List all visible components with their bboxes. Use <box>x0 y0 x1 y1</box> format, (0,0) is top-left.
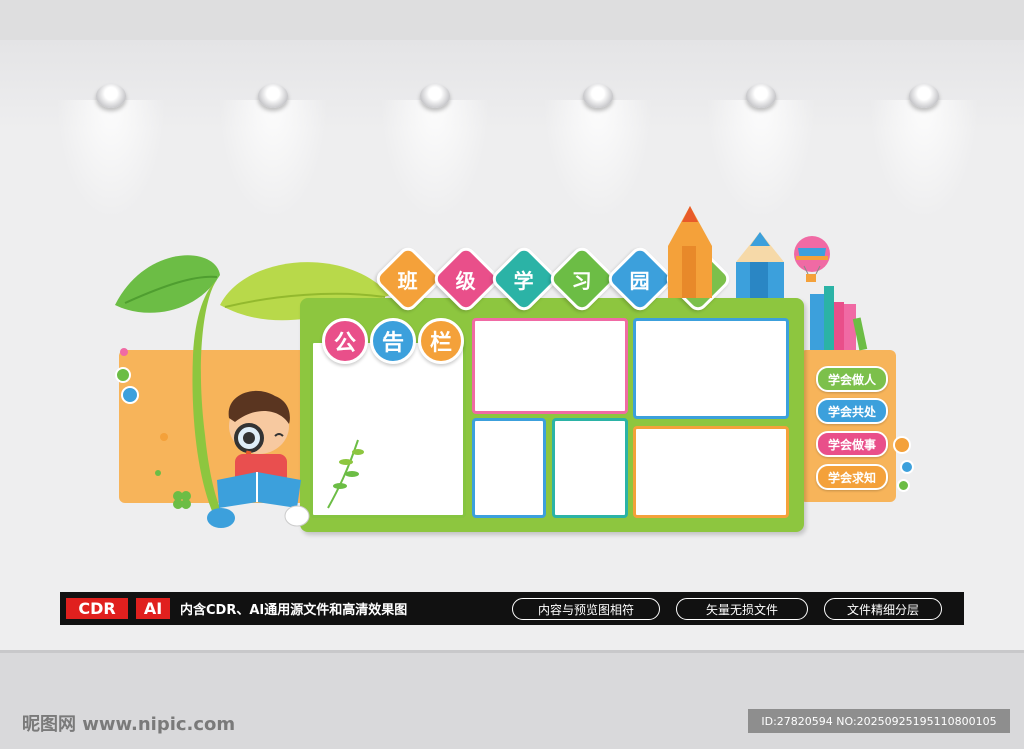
title-char: 习 <box>572 268 592 293</box>
title-char: 级 <box>456 268 476 293</box>
site-watermark: 昵图网 www.nipic.com <box>22 714 236 735</box>
notice-title: 公 告 栏 <box>322 318 464 364</box>
notice-char: 公 <box>322 318 368 364</box>
title-star: 级 <box>430 243 502 315</box>
deco-dot <box>893 436 911 454</box>
photo-frame <box>472 418 546 518</box>
feature-badge: 文件精细分层 <box>824 598 942 620</box>
photo-frame <box>472 318 628 414</box>
spotlight-icon <box>746 84 776 108</box>
vine-icon <box>327 439 364 509</box>
spotlight-icon <box>258 84 288 108</box>
title-char: 班 <box>398 268 418 293</box>
deco-dot <box>897 479 910 492</box>
feature-badge: 矢量无损文件 <box>676 598 808 620</box>
light-glow <box>380 100 490 220</box>
deco-dot <box>160 433 168 441</box>
title-star: 班 <box>372 243 444 315</box>
light-glow <box>706 100 816 220</box>
image-id-label: ID:27820594 NO:20250925195110800105 <box>748 709 1010 733</box>
cdr-tag: CDR <box>66 598 128 619</box>
notice-char: 栏 <box>418 318 464 364</box>
deco-dot <box>155 470 161 476</box>
light-glow <box>218 100 328 220</box>
light-glow <box>56 100 166 220</box>
deco-dot <box>120 348 128 356</box>
ai-tag: AI <box>136 598 170 619</box>
clover-icon <box>173 491 191 509</box>
title-star: 习 <box>546 243 618 315</box>
light-glow <box>543 100 653 220</box>
notice-char: 告 <box>370 318 416 364</box>
ceiling <box>0 0 1024 40</box>
spotlight-icon <box>420 84 450 108</box>
light-glow <box>869 100 979 220</box>
spotlight-icon <box>909 84 939 108</box>
pencils-books-icon <box>668 206 868 351</box>
deco-dot <box>900 460 914 474</box>
photo-frame <box>552 418 628 518</box>
photo-frame <box>633 426 789 518</box>
pill-label: 学会做事 <box>816 431 888 457</box>
spotlight-icon <box>583 84 613 108</box>
title-star: 学 <box>488 243 560 315</box>
feature-badge: 内容与预览图相符 <box>512 598 660 620</box>
title-char: 学 <box>514 268 534 293</box>
deco-dot <box>115 367 131 383</box>
boy-reading-icon <box>207 390 310 528</box>
spotlight-icon <box>96 84 126 108</box>
banner-description: 内含CDR、AI通用源文件和高清效果图 <box>180 603 408 618</box>
deco-dot <box>121 386 139 404</box>
title-char: 园 <box>630 268 650 293</box>
pill-label: 学会共处 <box>816 398 888 424</box>
pill-label: 学会做人 <box>816 366 888 392</box>
pill-label: 学会求知 <box>816 464 888 490</box>
